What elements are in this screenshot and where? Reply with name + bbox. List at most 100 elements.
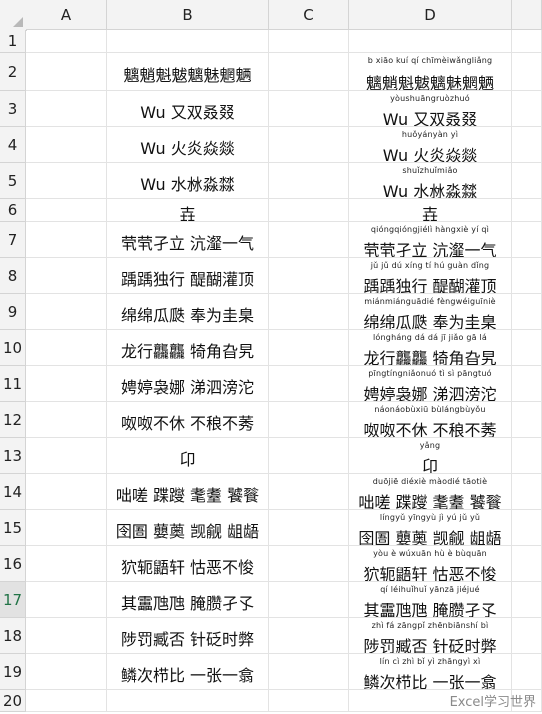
cell-c17[interactable] — [269, 582, 349, 618]
cell-b5[interactable]: Wu 水沝淼㵘 — [107, 163, 269, 199]
row-header-6[interactable]: 6 — [0, 199, 26, 222]
cell-c14[interactable] — [269, 474, 349, 510]
cell-a19[interactable] — [26, 654, 107, 690]
cell-c19[interactable] — [269, 654, 349, 690]
cell-e14[interactable] — [512, 474, 542, 510]
row-header-20[interactable]: 20 — [0, 690, 26, 712]
cell-b7[interactable]: 茕茕孑立 沆瀣一气 — [107, 222, 269, 258]
cell-b6[interactable]: 壵 — [107, 199, 269, 222]
cell-e13[interactable] — [512, 438, 542, 474]
cell-a4[interactable] — [26, 127, 107, 163]
row-header-5[interactable]: 5 — [0, 163, 26, 199]
cell-e16[interactable] — [512, 546, 542, 582]
cell-c3[interactable] — [269, 91, 349, 127]
cell-d12[interactable]: náonáobùxiū bùlángbùyǒu 呶呶不休 不稂不莠 — [349, 402, 512, 438]
cell-e5[interactable] — [512, 163, 542, 199]
cell-c6[interactable] — [269, 199, 349, 222]
cell-c4[interactable] — [269, 127, 349, 163]
cell-a20[interactable] — [26, 690, 107, 712]
cell-a17[interactable] — [26, 582, 107, 618]
cell-c16[interactable] — [269, 546, 349, 582]
cell-e1[interactable] — [512, 30, 542, 53]
row-header-3[interactable]: 3 — [0, 91, 26, 127]
cell-e19[interactable] — [512, 654, 542, 690]
cell-e11[interactable] — [512, 366, 542, 402]
cell-a2[interactable] — [26, 53, 107, 91]
cell-c20[interactable] — [269, 690, 349, 712]
cell-c18[interactable] — [269, 618, 349, 654]
cell-d1[interactable] — [349, 30, 512, 53]
cell-d9[interactable]: miánmiánguādié fèngwéiguīniè 绵绵瓜瓞 奉为圭臬 — [349, 294, 512, 330]
row-header-9[interactable]: 9 — [0, 294, 26, 330]
cell-e4[interactable] — [512, 127, 542, 163]
row-header-16[interactable]: 16 — [0, 546, 26, 582]
row-header-17[interactable]: 17 — [0, 582, 26, 618]
cell-e15[interactable] — [512, 510, 542, 546]
cell-c15[interactable] — [269, 510, 349, 546]
cell-d8[interactable]: jǔ jǔ dú xíng tí hú guàn dǐng 踽踽独行 醍醐灌顶 — [349, 258, 512, 294]
cell-d3[interactable]: yòushuāngruòzhuó Wu 又双叒叕 — [349, 91, 512, 127]
cell-b12[interactable]: 呶呶不休 不稂不莠 — [107, 402, 269, 438]
cell-c12[interactable] — [269, 402, 349, 438]
cell-d5[interactable]: shuǐzhuǐmiǎo Wu 水沝淼㵘 — [349, 163, 512, 199]
column-header-e[interactable] — [512, 0, 542, 30]
cell-e17[interactable] — [512, 582, 542, 618]
cell-a9[interactable] — [26, 294, 107, 330]
cell-c11[interactable] — [269, 366, 349, 402]
cell-d13[interactable]: yǎng 卬 — [349, 438, 512, 474]
cell-a15[interactable] — [26, 510, 107, 546]
row-header-8[interactable]: 8 — [0, 258, 26, 294]
cell-e6[interactable] — [512, 199, 542, 222]
cell-e10[interactable] — [512, 330, 542, 366]
cell-b10[interactable]: 龙行龘龘 犄角旮旯 — [107, 330, 269, 366]
cell-c10[interactable] — [269, 330, 349, 366]
cell-e3[interactable] — [512, 91, 542, 127]
row-header-12[interactable]: 12 — [0, 402, 26, 438]
cell-b17[interactable]: 其靁虺虺 腌臜孑孓 — [107, 582, 269, 618]
row-header-7[interactable]: 7 — [0, 222, 26, 258]
cell-d17[interactable]: qí léihuǐhuǐ yānzā jiéjué 其靁虺虺 腌臜孑孓 — [349, 582, 512, 618]
cell-a3[interactable] — [26, 91, 107, 127]
row-header-18[interactable]: 18 — [0, 618, 26, 654]
row-header-15[interactable]: 15 — [0, 510, 26, 546]
row-header-10[interactable]: 10 — [0, 330, 26, 366]
row-header-4[interactable]: 4 — [0, 127, 26, 163]
cell-a10[interactable] — [26, 330, 107, 366]
cell-e8[interactable] — [512, 258, 542, 294]
cell-b3[interactable]: Wu 又双叒叕 — [107, 91, 269, 127]
cell-e18[interactable] — [512, 618, 542, 654]
cell-d4[interactable]: huǒyányàn yì Wu 火炎焱燚 — [349, 127, 512, 163]
cell-c8[interactable] — [269, 258, 349, 294]
cell-c1[interactable] — [269, 30, 349, 53]
cell-b15[interactable]: 囹圄 蘡薁 觊觎 龃龉 — [107, 510, 269, 546]
cell-c2[interactable] — [269, 53, 349, 91]
cell-d15[interactable]: língyǔ yīngyù jì yú jǔ yǔ 囹圄 蘡薁 觊觎 龃龉 — [349, 510, 512, 546]
cell-b1[interactable] — [107, 30, 269, 53]
cell-b9[interactable]: 绵绵瓜瓞 奉为圭臬 — [107, 294, 269, 330]
cell-b11[interactable]: 娉婷袅娜 涕泗滂沱 — [107, 366, 269, 402]
cell-d11[interactable]: pīngtíngniǎonuó tì sì pāngtuó 娉婷袅娜 涕泗滂沱 — [349, 366, 512, 402]
column-header-c[interactable]: C — [269, 0, 349, 30]
cell-a18[interactable] — [26, 618, 107, 654]
cell-b14[interactable]: 咄嗟 蹀躞 耄耋 饕餮 — [107, 474, 269, 510]
cell-e7[interactable] — [512, 222, 542, 258]
cell-c5[interactable] — [269, 163, 349, 199]
column-header-d[interactable]: D — [349, 0, 512, 30]
row-header-1[interactable]: 1 — [0, 30, 26, 53]
select-all-corner[interactable] — [0, 0, 27, 31]
cell-a5[interactable] — [26, 163, 107, 199]
row-header-19[interactable]: 19 — [0, 654, 26, 690]
cell-b19[interactable]: 鳞次栉比 一张一翕 — [107, 654, 269, 690]
cell-c9[interactable] — [269, 294, 349, 330]
row-header-14[interactable]: 14 — [0, 474, 26, 510]
cell-a13[interactable] — [26, 438, 107, 474]
cell-c13[interactable] — [269, 438, 349, 474]
row-header-13[interactable]: 13 — [0, 438, 26, 474]
cell-d7[interactable]: qióngqióngjiélì hàngxiè yí qì 茕茕孑立 沆瀣一气 — [349, 222, 512, 258]
column-header-a[interactable]: A — [26, 0, 107, 30]
cell-c7[interactable] — [269, 222, 349, 258]
cell-e2[interactable] — [512, 53, 542, 91]
cell-a16[interactable] — [26, 546, 107, 582]
cell-b13[interactable]: 卬 — [107, 438, 269, 474]
cell-a14[interactable] — [26, 474, 107, 510]
